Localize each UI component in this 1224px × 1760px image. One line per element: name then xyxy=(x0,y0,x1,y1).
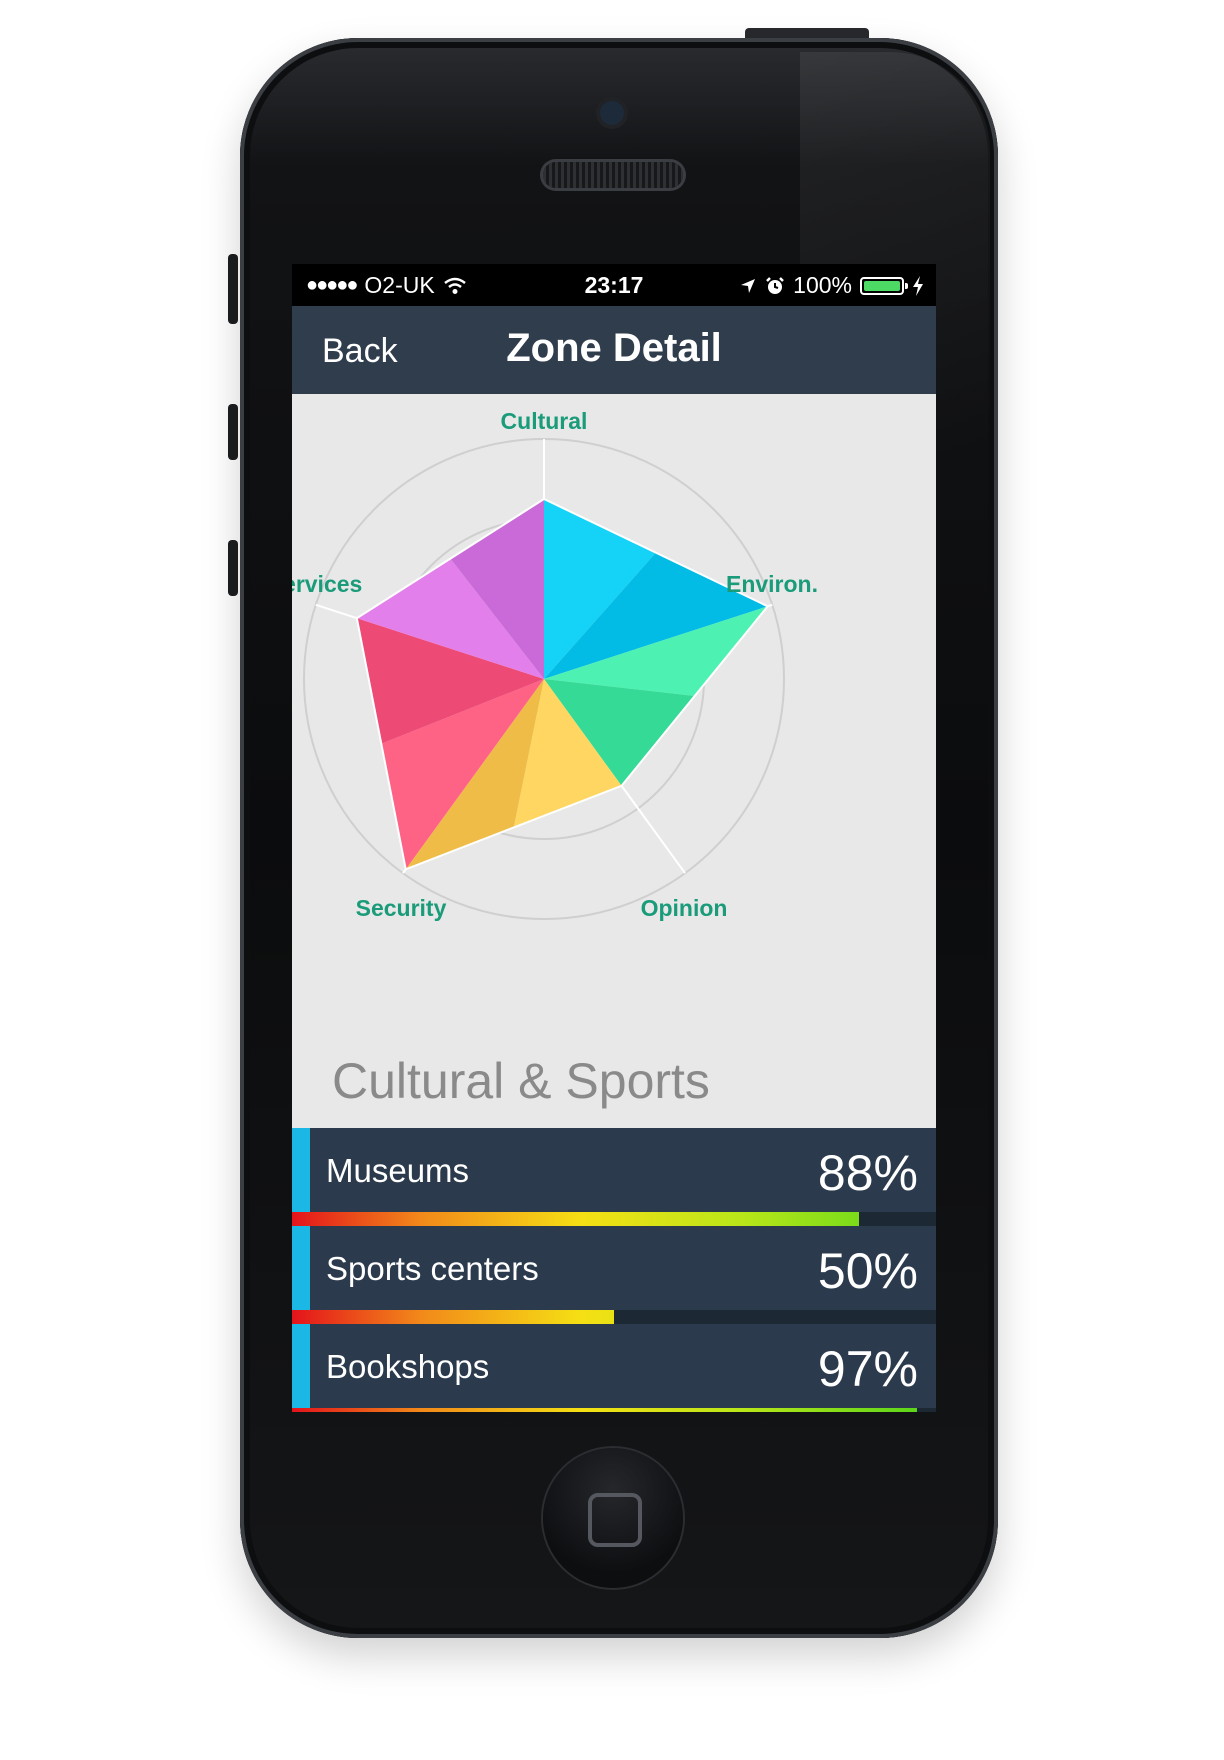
metric-value: 97% xyxy=(817,1341,918,1397)
radar-axis-label: Environ. xyxy=(726,571,818,597)
volume-down-button xyxy=(228,540,238,596)
alarm-clock-icon xyxy=(766,276,785,294)
metric-label: Bookshops xyxy=(326,1348,490,1385)
battery-percent: 100% xyxy=(793,272,852,298)
radar-axis-label: Cultural xyxy=(501,408,588,434)
home-square-icon xyxy=(588,1493,642,1547)
metric-row[interactable]: Sports centers 50% xyxy=(292,1226,936,1324)
metric-value: 50% xyxy=(817,1243,918,1299)
progress-track xyxy=(292,1408,936,1412)
progress-fill xyxy=(292,1212,859,1226)
battery-level xyxy=(864,280,900,291)
charging-bolt-icon xyxy=(913,275,923,296)
page-title: Zone Detail xyxy=(506,326,722,370)
metric-row[interactable]: Museums 88% xyxy=(292,1128,936,1226)
metric-accent-bar xyxy=(292,1324,310,1408)
progress-track xyxy=(292,1310,936,1324)
battery-icon xyxy=(860,276,908,295)
front-camera xyxy=(600,101,624,125)
metric-value: 88% xyxy=(817,1145,918,1201)
radar-chart: Cultural Environ. Opinion Security Services xyxy=(292,408,818,921)
app-screen: ●●●●● O2-UK 23:17 100% Back Zone Detail … xyxy=(292,264,936,1412)
radar-axis-label: Services xyxy=(292,571,362,597)
progress-fill xyxy=(292,1310,614,1324)
metric-label: Museums xyxy=(326,1152,470,1189)
radar-axis-label: Opinion xyxy=(641,895,728,921)
radar-axis-label: Security xyxy=(356,895,447,921)
progress-fill xyxy=(292,1408,917,1412)
status-bar: ●●●●● O2-UK 23:17 100% xyxy=(292,264,936,306)
metric-label: Sports centers xyxy=(326,1250,539,1287)
section-title: Cultural & Sports xyxy=(332,1053,710,1109)
navigation-bar: Back Zone Detail xyxy=(292,306,936,394)
metric-accent-bar xyxy=(292,1128,310,1212)
metrics-list: Museums 88% Sports centers 50% Bookshops… xyxy=(292,1128,936,1412)
earpiece-speaker xyxy=(543,162,683,188)
home-button[interactable] xyxy=(543,1448,683,1588)
mute-switch xyxy=(228,254,238,324)
volume-up-button xyxy=(228,404,238,460)
location-arrow-icon xyxy=(741,278,756,293)
power-button xyxy=(745,28,869,38)
metric-row[interactable]: Bookshops 97% xyxy=(292,1324,936,1412)
progress-track xyxy=(292,1212,936,1226)
metric-accent-bar xyxy=(292,1226,310,1310)
